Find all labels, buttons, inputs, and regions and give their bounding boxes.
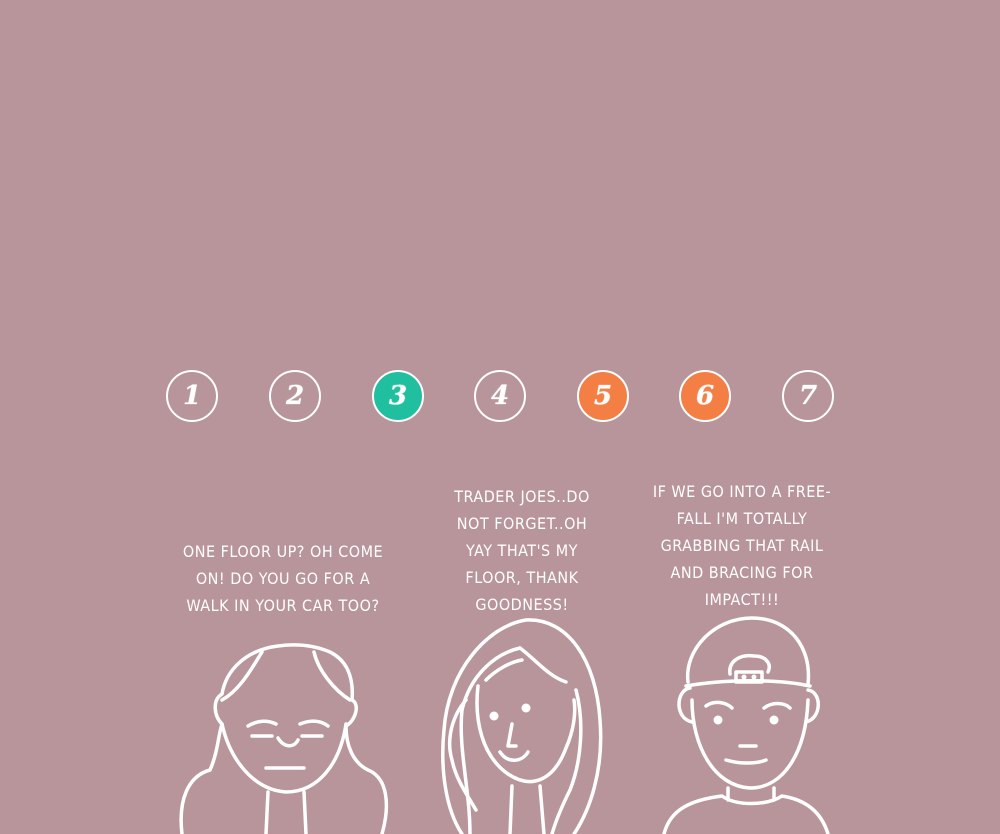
worried-guy-illustration <box>662 616 830 834</box>
hopeful-woman-illustration <box>441 618 603 834</box>
annoyed-woman-illustration <box>179 643 389 834</box>
character-illustrations <box>179 616 830 834</box>
